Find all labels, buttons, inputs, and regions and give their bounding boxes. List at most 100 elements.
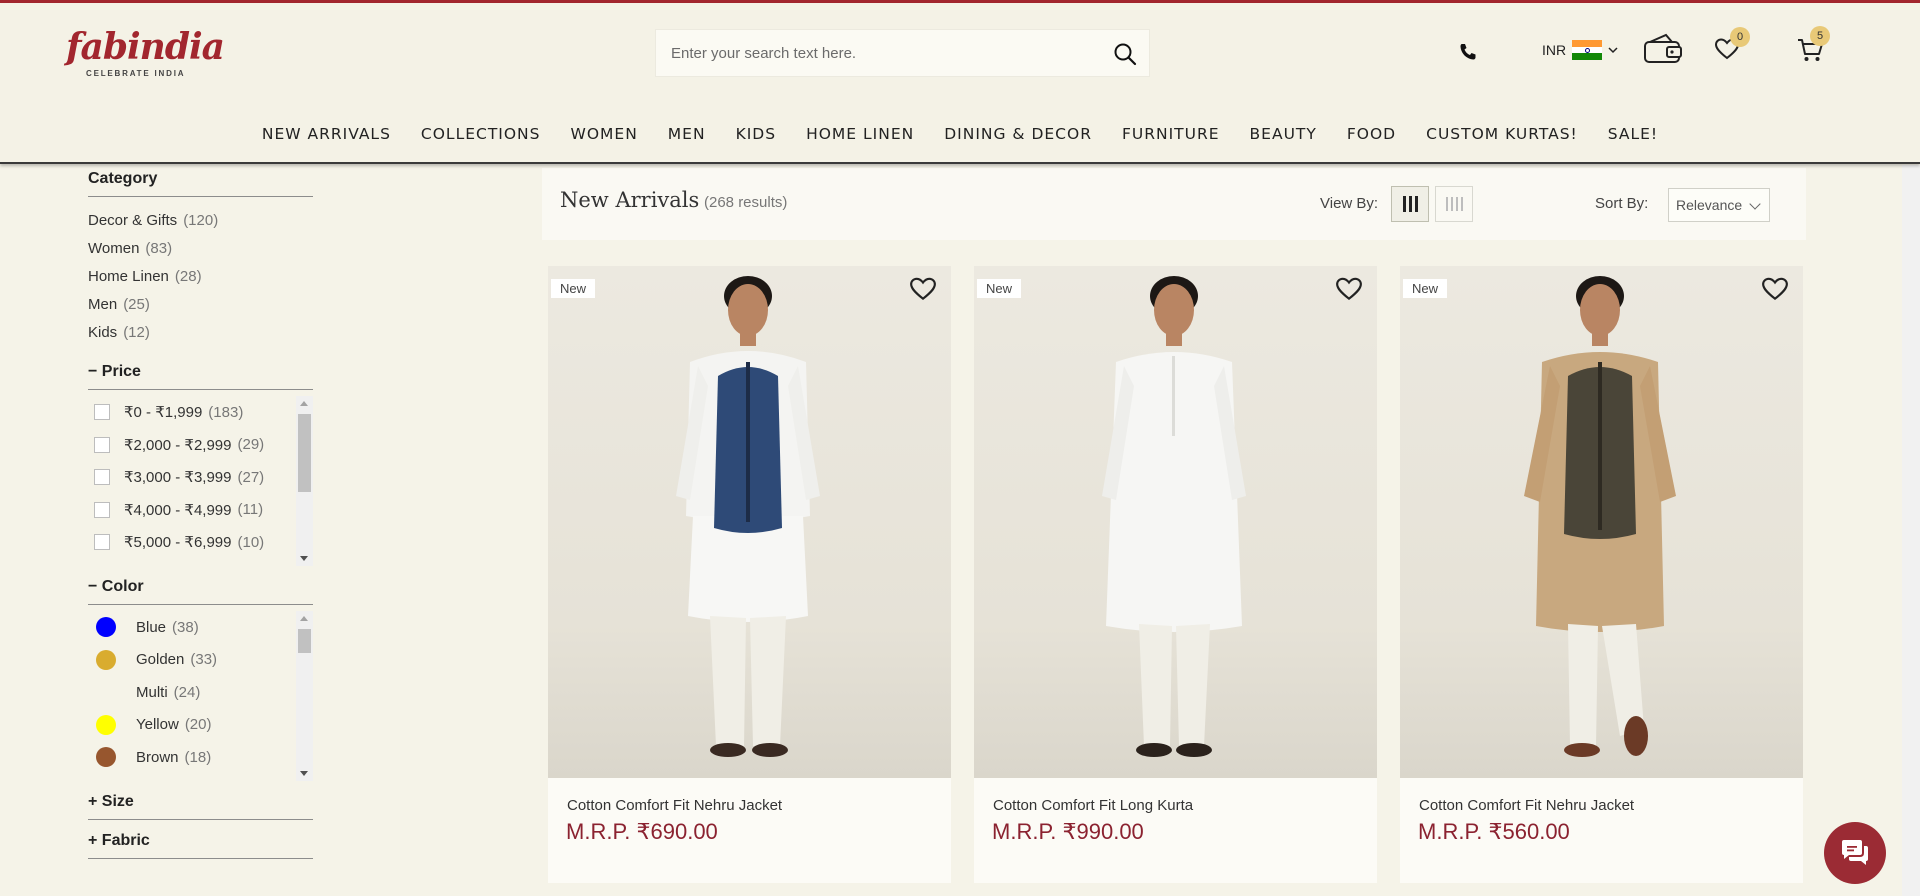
product-card[interactable]: New Cotton Comfort Fit Long Kurta M.R.P.… bbox=[974, 266, 1377, 883]
category-label: Home Linen bbox=[88, 268, 169, 285]
nav-dining-decor[interactable]: DINING & DECOR bbox=[929, 121, 1107, 147]
nav-sale[interactable]: SALE! bbox=[1593, 121, 1673, 147]
site-header: fabindia CELEBRATE INDIA INR 0 5 bbox=[0, 3, 1920, 164]
page-scrollbar[interactable] bbox=[1902, 15, 1920, 896]
color-count: (18) bbox=[184, 748, 212, 766]
checkbox[interactable] bbox=[94, 404, 110, 421]
nav-women[interactable]: WOMEN bbox=[556, 121, 653, 147]
color-filter-header[interactable]: − Color bbox=[88, 578, 313, 605]
price-count: (11) bbox=[237, 501, 264, 519]
color-swatch-brown[interactable] bbox=[96, 747, 116, 768]
checkbox[interactable] bbox=[94, 436, 110, 453]
india-flag-icon bbox=[1572, 40, 1603, 61]
collapse-toggle-icon: − bbox=[88, 363, 98, 380]
price-option[interactable]: ₹0 - ₹1,999 (183) bbox=[88, 396, 313, 429]
chat-support-button[interactable] bbox=[1824, 822, 1886, 884]
chat-bubble-icon bbox=[1842, 840, 1868, 865]
new-badge: New bbox=[1403, 279, 1448, 298]
results-toolbar: New Arrivals (268 results) View By: Sort… bbox=[542, 168, 1806, 240]
color-count: (20) bbox=[184, 716, 212, 734]
scroll-up-arrow-icon[interactable] bbox=[300, 616, 308, 621]
price-count: (29) bbox=[237, 436, 265, 454]
product-image[interactable]: New bbox=[1400, 266, 1803, 778]
price-range-label: ₹2,000 - ₹2,999 bbox=[124, 436, 232, 454]
currency-selector[interactable]: INR bbox=[1542, 36, 1618, 64]
grid-3-columns-icon[interactable] bbox=[1391, 186, 1429, 222]
color-swatch-blue[interactable] bbox=[96, 617, 116, 638]
price-list-scrollbar[interactable] bbox=[296, 396, 313, 566]
phone-icon[interactable] bbox=[1458, 42, 1478, 62]
search-input[interactable] bbox=[656, 30, 1096, 76]
category-label: Decor & Gifts bbox=[88, 212, 178, 229]
nav-men[interactable]: MEN bbox=[653, 121, 721, 147]
price-option[interactable]: ₹5,000 - ₹6,999 (10) bbox=[88, 526, 313, 559]
nav-kids[interactable]: KIDS bbox=[721, 121, 792, 147]
sort-select[interactable]: Relevance bbox=[1668, 188, 1770, 222]
nav-collections[interactable]: COLLECTIONS bbox=[406, 121, 556, 147]
collapse-toggle-icon: − bbox=[88, 578, 98, 595]
nav-home-linen[interactable]: HOME LINEN bbox=[791, 121, 929, 147]
filter-sidebar: Category Decor & Gifts (120) Women (83) Ho… bbox=[88, 164, 313, 859]
product-card[interactable]: New Cotton Comfort Fit Nehru Jacket M.R.… bbox=[548, 266, 951, 883]
color-option[interactable]: Brown (18) bbox=[88, 741, 313, 774]
expand-toggle-icon: + bbox=[88, 832, 98, 849]
category-item[interactable]: Home Linen (28) bbox=[88, 267, 313, 295]
color-count: (38) bbox=[172, 618, 199, 636]
nav-custom-kurtas[interactable]: CUSTOM KURTAS! bbox=[1411, 121, 1593, 147]
color-swatch-yellow[interactable] bbox=[96, 714, 116, 735]
category-item[interactable]: Men (25) bbox=[88, 295, 313, 323]
price-option[interactable]: ₹3,000 - ₹3,999 (27) bbox=[88, 461, 313, 494]
scrollbar-thumb[interactable] bbox=[298, 414, 311, 492]
product-image[interactable]: New bbox=[974, 266, 1377, 778]
price-option[interactable]: ₹4,000 - ₹4,999 (11) bbox=[88, 494, 313, 527]
product-image[interactable]: New bbox=[548, 266, 951, 778]
add-to-wishlist-heart-icon[interactable] bbox=[1335, 276, 1363, 302]
category-count: (120) bbox=[183, 212, 219, 229]
price-filter-header[interactable]: − Price bbox=[88, 363, 313, 390]
color-swatch-multi[interactable] bbox=[96, 682, 116, 702]
scroll-up-arrow-icon[interactable] bbox=[300, 401, 308, 406]
price-range-label: ₹5,000 - ₹6,999 bbox=[124, 534, 232, 552]
color-option[interactable]: Yellow (20) bbox=[88, 709, 313, 742]
add-to-wishlist-heart-icon[interactable] bbox=[1761, 276, 1789, 302]
color-label: Golden bbox=[136, 651, 185, 669]
nav-food[interactable]: FOOD bbox=[1332, 121, 1411, 147]
product-name[interactable]: Cotton Comfort Fit Long Kurta bbox=[993, 797, 1193, 814]
category-count: (25) bbox=[123, 296, 150, 313]
search-bar bbox=[655, 29, 1150, 77]
product-name[interactable]: Cotton Comfort Fit Nehru Jacket bbox=[567, 797, 782, 814]
category-item[interactable]: Women (83) bbox=[88, 239, 313, 267]
fabric-filter-header[interactable]: + Fabric bbox=[88, 832, 313, 859]
checkbox[interactable] bbox=[94, 534, 110, 551]
size-filter-title: Size bbox=[101, 793, 134, 810]
nav-furniture[interactable]: FURNITURE bbox=[1107, 121, 1235, 147]
wallet-icon[interactable] bbox=[1642, 33, 1684, 65]
product-card[interactable]: New Cotton Comfort Fit Nehru Jacket M.R.… bbox=[1400, 266, 1803, 883]
search-icon[interactable] bbox=[1113, 42, 1137, 66]
main-nav: NEW ARRIVALS COLLECTIONS WOMEN MEN KIDS … bbox=[0, 121, 1920, 147]
nav-beauty[interactable]: BEAUTY bbox=[1235, 121, 1332, 147]
size-filter-header[interactable]: + Size bbox=[88, 793, 313, 820]
color-swatch-golden[interactable] bbox=[96, 649, 116, 670]
grid-4-columns-icon[interactable] bbox=[1435, 186, 1473, 222]
category-item[interactable]: Decor & Gifts (120) bbox=[88, 211, 313, 239]
add-to-wishlist-heart-icon[interactable] bbox=[909, 276, 937, 302]
color-label: Blue bbox=[136, 618, 167, 636]
price-range-label: ₹0 - ₹1,999 bbox=[124, 404, 203, 422]
color-option[interactable]: Blue (38) bbox=[88, 611, 313, 644]
product-name[interactable]: Cotton Comfort Fit Nehru Jacket bbox=[1419, 797, 1634, 814]
color-list-scrollbar[interactable] bbox=[296, 611, 313, 781]
scrollbar-thumb[interactable] bbox=[298, 629, 311, 653]
category-item[interactable]: Kids (12) bbox=[88, 323, 313, 351]
color-option[interactable]: Golden (33) bbox=[88, 644, 313, 677]
scroll-down-arrow-icon[interactable] bbox=[300, 771, 308, 776]
price-option[interactable]: ₹2,000 - ₹2,999 (29) bbox=[88, 429, 313, 462]
nav-new-arrivals[interactable]: NEW ARRIVALS bbox=[247, 121, 406, 147]
scroll-down-arrow-icon[interactable] bbox=[300, 556, 308, 561]
new-badge: New bbox=[551, 279, 596, 298]
color-option[interactable]: Multi (24) bbox=[88, 676, 313, 709]
checkbox[interactable] bbox=[94, 469, 110, 486]
view-by-label: View By: bbox=[1320, 195, 1379, 212]
checkbox[interactable] bbox=[94, 501, 110, 518]
fabindia-logo[interactable]: fabindia CELEBRATE INDIA bbox=[66, 25, 225, 83]
